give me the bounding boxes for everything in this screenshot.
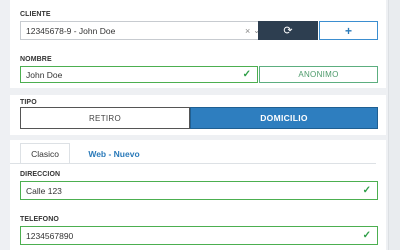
cliente-label: CLIENTE (20, 11, 51, 18)
refresh-button[interactable]: ⟳ (258, 21, 318, 40)
check-icon: ✓ (242, 69, 251, 80)
nombre-label: NOMBRE (20, 56, 52, 63)
tipo-card: TIPO RETIRO DOMICILIO (10, 95, 386, 135)
tabs-divider (10, 163, 376, 164)
right-panel-edge (388, 0, 400, 250)
plus-icon: + (344, 23, 352, 38)
tab-clasico[interactable]: Clasico (20, 143, 70, 164)
check-icon: ✓ (362, 230, 371, 241)
clear-icon[interactable]: × (245, 26, 250, 36)
nombre-value: John Doe (26, 69, 63, 80)
tab-web-nuevo[interactable]: Web - Nuevo (76, 143, 152, 164)
telefono-value: 1234567890 (26, 230, 74, 241)
anonimo-button[interactable]: ANONIMO (259, 66, 378, 83)
telefono-field[interactable]: 1234567890 ✓ (20, 226, 378, 245)
client-card: CLIENTE 12345678-9 - John Doe × ⌄ ⟳ + NO… (10, 0, 386, 88)
cliente-value: 12345678-9 - John Doe (26, 25, 116, 36)
telefono-label: TELEFONO (20, 216, 59, 223)
direccion-value: Calle 123 (26, 185, 62, 196)
add-client-button[interactable]: + (319, 21, 378, 40)
address-card: Clasico Web - Nuevo DIRECCION Calle 123 … (10, 140, 386, 250)
tipo-label: TIPO (20, 99, 37, 106)
retiro-option[interactable]: RETIRO (20, 107, 190, 129)
direccion-label: DIRECCION (20, 171, 61, 178)
domicilio-option[interactable]: DOMICILIO (190, 107, 378, 129)
check-icon: ✓ (362, 185, 371, 196)
refresh-icon: ⟳ (283, 25, 293, 37)
cliente-select[interactable]: 12345678-9 - John Doe × ⌄ (20, 21, 267, 40)
direccion-field[interactable]: Calle 123 ✓ (20, 181, 378, 200)
nombre-field[interactable]: John Doe ✓ (20, 66, 258, 83)
